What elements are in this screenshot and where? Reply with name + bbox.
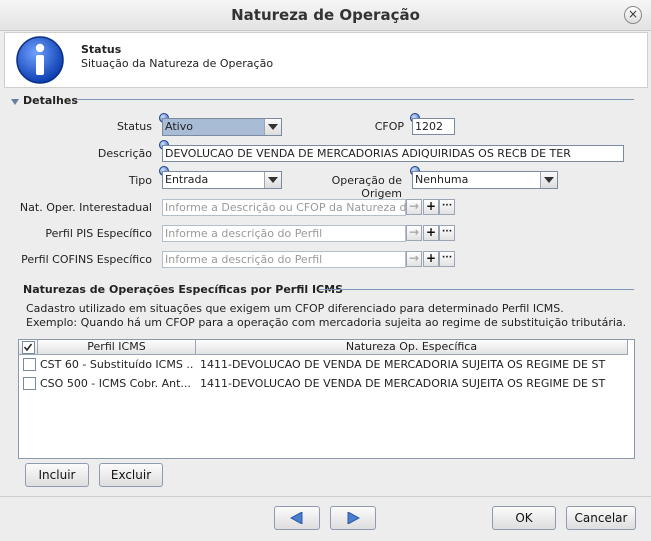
ellipsis-icon: ··· xyxy=(441,227,453,237)
interestadual-label: Nat. Oper. Interestadual xyxy=(19,201,152,214)
ellipsis-icon: ··· xyxy=(441,253,453,263)
info-icon xyxy=(16,36,64,84)
natureza-cell: 1411-DEVOLUCAO DE VENDA DE MERCADORIA SU… xyxy=(200,358,606,371)
tipo-label: Tipo xyxy=(128,174,152,187)
cancel-button[interactable]: Cancelar xyxy=(566,506,636,530)
header-title: Status xyxy=(81,43,122,56)
column-header-natureza[interactable]: Natureza Op. Específica xyxy=(196,340,628,355)
cfop-label: CFOP xyxy=(374,120,404,133)
cofins-label: Perfil COFINS Específico xyxy=(21,253,152,266)
more-button[interactable]: ··· xyxy=(439,225,455,241)
status-label: Status xyxy=(116,120,152,133)
chevron-down-icon xyxy=(540,172,557,188)
chevron-down-icon xyxy=(264,119,281,135)
select-all-header[interactable] xyxy=(19,340,38,355)
more-button[interactable]: ··· xyxy=(439,251,455,267)
icms-table: Perfil ICMS Natureza Op. Específica CST … xyxy=(18,339,635,459)
cofins-input[interactable]: Informe a descrição do Perfil xyxy=(162,251,406,268)
go-arrow-button[interactable]: → xyxy=(406,251,422,267)
add-button[interactable]: + xyxy=(423,199,439,215)
row-checkbox[interactable] xyxy=(23,358,36,371)
section-divider xyxy=(318,289,634,290)
interestadual-input[interactable]: Informe a Descrição ou CFOP da Natureza … xyxy=(162,199,413,216)
section-icms-title: Naturezas de Operações Específicas por P… xyxy=(23,283,343,296)
ellipsis-icon: ··· xyxy=(441,201,453,211)
table-row[interactable]: CST 60 - Substituído ICMS ... 1411-DEVOL… xyxy=(19,355,634,373)
status-select[interactable]: Ativo xyxy=(162,118,282,136)
incluir-button[interactable]: Incluir xyxy=(25,463,89,487)
origem-select[interactable]: Nenhuma xyxy=(412,171,558,189)
status-value: Ativo xyxy=(165,120,193,133)
close-icon: × xyxy=(627,7,639,21)
add-button[interactable]: + xyxy=(423,251,439,267)
arrow-right-icon: → xyxy=(408,199,420,213)
table-row[interactable]: CSO 500 - ICMS Cobr. Ant... 1411-DEVOLUC… xyxy=(19,374,634,392)
arrow-right-icon xyxy=(347,512,360,524)
ok-button[interactable]: OK xyxy=(492,506,556,530)
origem-label: Operação de Origem xyxy=(331,174,402,200)
section-divider xyxy=(77,99,634,100)
window-title: Natureza de Operação xyxy=(231,6,420,24)
plus-icon: + xyxy=(425,251,437,265)
go-arrow-button[interactable]: → xyxy=(406,225,422,241)
arrow-right-icon: → xyxy=(408,225,420,239)
add-button[interactable]: + xyxy=(423,225,439,241)
close-button[interactable]: × xyxy=(624,6,642,24)
footer-divider xyxy=(0,496,651,497)
cofins-placeholder: Informe a descrição do Perfil xyxy=(165,253,323,266)
arrow-left-icon xyxy=(290,512,303,524)
descricao-input[interactable]: DEVOLUCAO DE VENDA DE MERCADORIAS ADIQUI… xyxy=(162,145,624,162)
header-panel: Status Situação da Natureza de Operação xyxy=(4,32,648,88)
collapse-chevron-icon[interactable] xyxy=(10,97,20,107)
arrow-right-icon: → xyxy=(408,251,420,265)
interestadual-placeholder: Informe a Descrição ou CFOP da Natureza … xyxy=(165,201,414,214)
icms-description-line1: Cadastro utilizado em situações que exig… xyxy=(26,302,564,315)
pis-placeholder: Informe a descrição do Perfil xyxy=(165,227,323,240)
section-detalhes-title: Detalhes xyxy=(23,94,78,107)
pis-label: Perfil PIS Específico xyxy=(45,227,152,240)
descricao-label: Descrição xyxy=(97,147,152,160)
next-button[interactable] xyxy=(330,506,376,530)
go-arrow-button[interactable]: → xyxy=(406,199,422,215)
plus-icon: + xyxy=(425,199,437,213)
icms-description-line2: Exemplo: Quando há um CFOP para a operaç… xyxy=(26,316,627,329)
column-header-perfil[interactable]: Perfil ICMS xyxy=(38,340,196,355)
checkmark-icon xyxy=(23,343,33,352)
pis-input[interactable]: Informe a descrição do Perfil xyxy=(162,225,406,242)
excluir-button[interactable]: Excluir xyxy=(99,463,163,487)
origem-value: Nenhuma xyxy=(415,173,469,186)
plus-icon: + xyxy=(425,225,437,239)
more-button[interactable]: ··· xyxy=(439,199,455,215)
cfop-input[interactable]: 1202 xyxy=(412,118,455,135)
row-checkbox[interactable] xyxy=(23,377,36,390)
perfil-cell: CSO 500 - ICMS Cobr. Ant... xyxy=(40,377,191,390)
tipo-value: Entrada xyxy=(165,173,209,186)
cfop-value: 1202 xyxy=(415,120,443,133)
previous-button[interactable] xyxy=(274,506,320,530)
tipo-select[interactable]: Entrada xyxy=(162,171,282,189)
perfil-cell: CST 60 - Substituído ICMS ... xyxy=(40,358,193,371)
header-subtitle: Situação da Natureza de Operação xyxy=(81,57,274,70)
descricao-value: DEVOLUCAO DE VENDA DE MERCADORIAS ADIQUI… xyxy=(165,147,571,160)
natureza-cell: 1411-DEVOLUCAO DE VENDA DE MERCADORIA SU… xyxy=(200,377,606,390)
chevron-down-icon xyxy=(264,172,281,188)
